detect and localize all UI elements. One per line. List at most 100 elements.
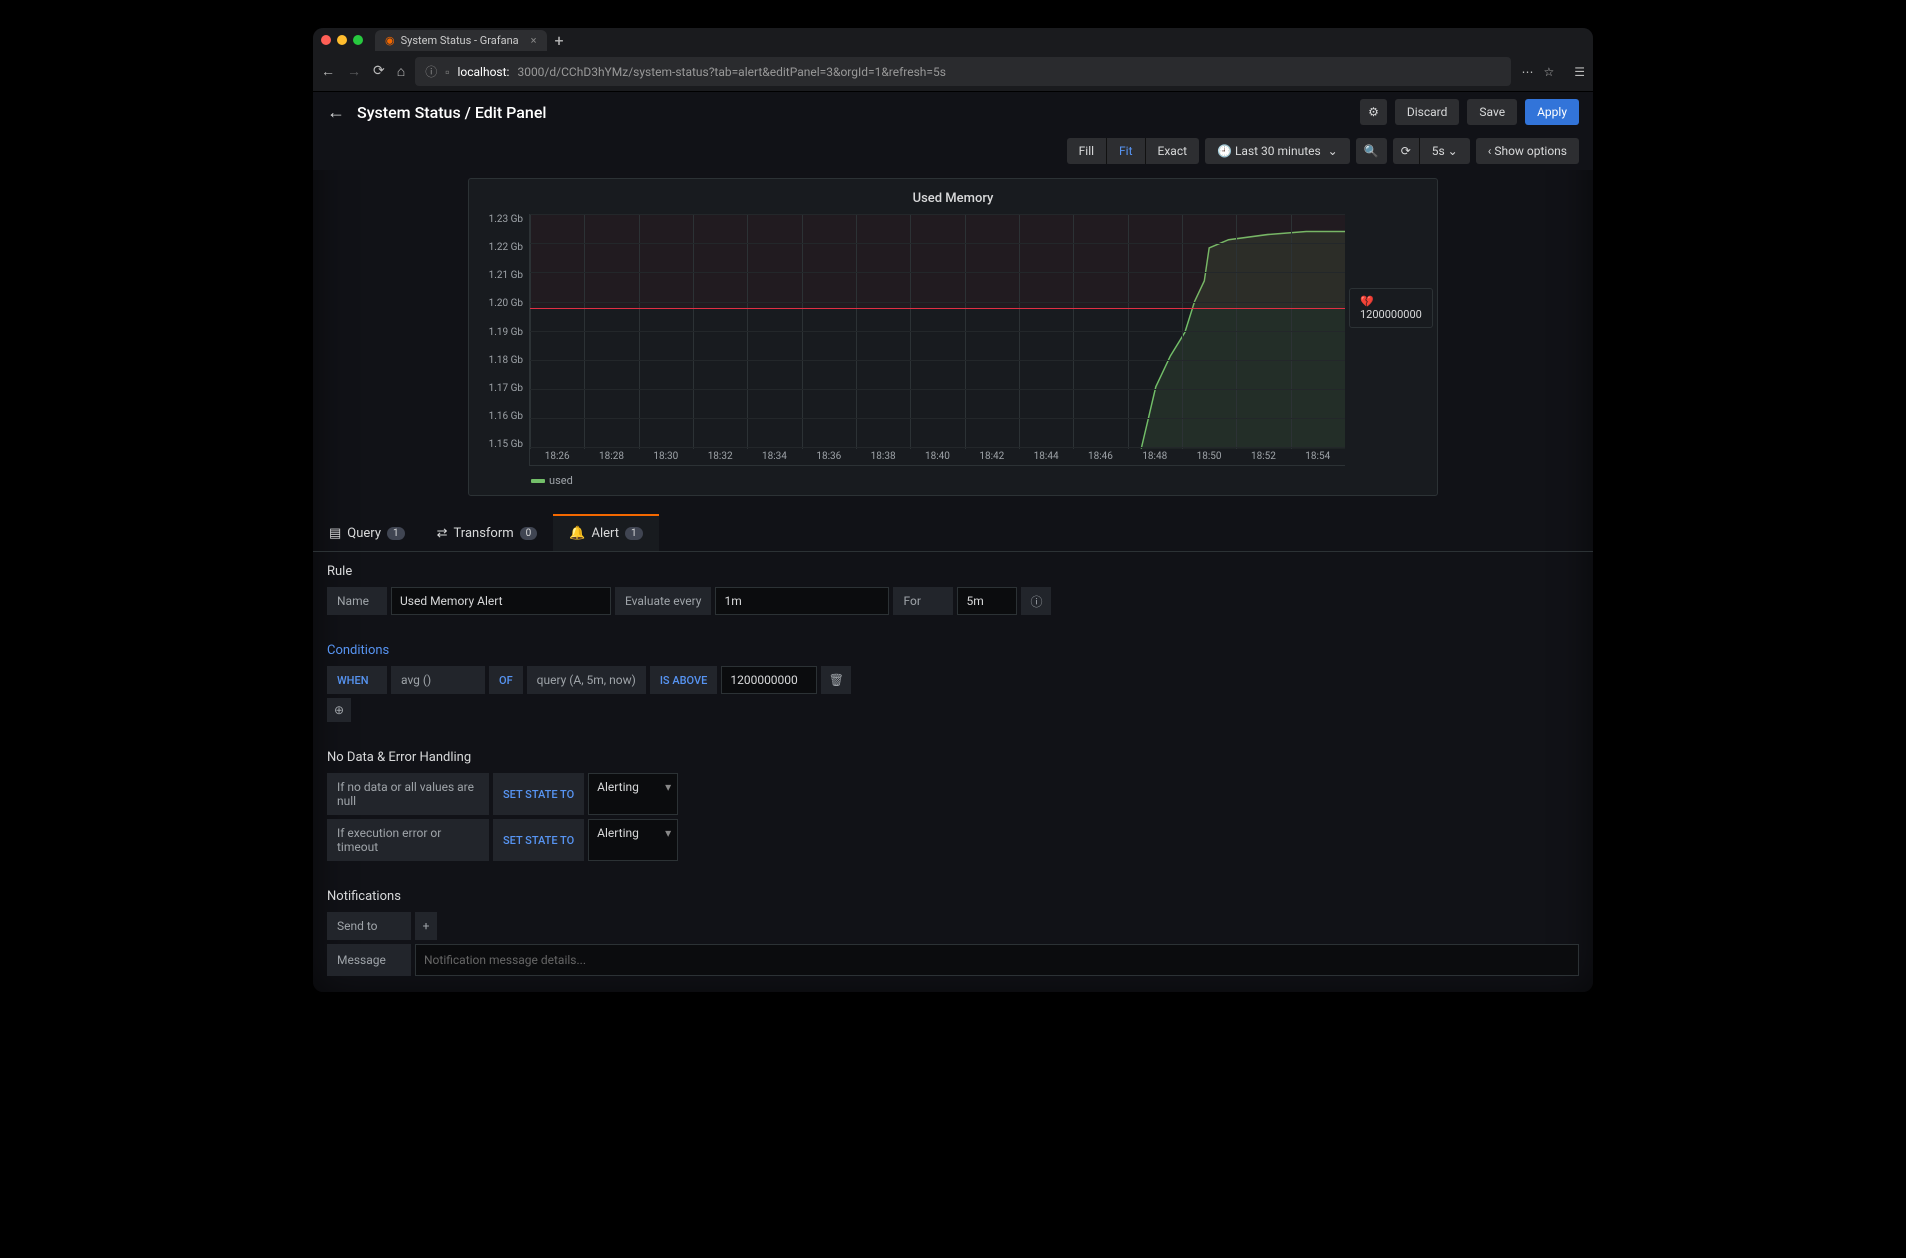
trash-icon: 🗑 <box>829 673 844 687</box>
tab-badge: 1 <box>625 527 643 540</box>
fit-button[interactable]: Fit <box>1107 138 1145 164</box>
browser-tab-bar: ◉ System Status - Grafana × + <box>313 28 1593 52</box>
zoom-out-button[interactable]: 🔍 <box>1356 138 1387 164</box>
chevron-down-icon: ⌄ <box>1328 144 1338 158</box>
show-options-button[interactable]: ‹ Show options <box>1476 138 1579 164</box>
discard-button[interactable]: Discard <box>1395 99 1460 125</box>
database-icon: ▤ <box>329 526 341 541</box>
name-label: Name <box>327 587 387 615</box>
no-data-section: No Data & Error Handling If no data or a… <box>313 738 1593 877</box>
forward-icon[interactable]: → <box>347 63 361 80</box>
evaluator-value-input[interactable] <box>721 666 817 694</box>
y-axis: 1.23 Gb1.22 Gb1.21 Gb1.20 Gb1.19 Gb1.18 … <box>481 214 529 466</box>
panel-title: Used Memory <box>477 187 1429 210</box>
evaluate-every-label: Evaluate every <box>615 587 711 615</box>
refresh-group: ⟳ 5s ⌄ <box>1393 138 1470 164</box>
threshold-zone <box>530 214 1345 308</box>
chart-plot-area[interactable]: 18:2618:2818:3018:3218:3418:3618:3818:40… <box>529 214 1345 466</box>
threshold-value: 1200000000 <box>1360 308 1422 321</box>
transform-icon: ⇄ <box>437 526 448 541</box>
for-label: For <box>893 587 953 615</box>
no-data-label: If no data or all values are null <box>327 773 489 815</box>
tab-query[interactable]: ▤ Query 1 <box>313 514 421 551</box>
chevron-left-icon: ‹ <box>1488 144 1492 158</box>
grafana-header: ← System Status / Edit Panel ⚙ Discard S… <box>313 92 1593 132</box>
graph-panel: Used Memory 1.23 Gb1.22 Gb1.21 Gb1.20 Gb… <box>468 178 1438 496</box>
shield-icon: ⓘ <box>425 63 437 80</box>
lock-icon: ▫ <box>445 65 449 79</box>
plus-icon: ⊕ <box>334 703 344 717</box>
back-icon[interactable]: ← <box>321 63 335 80</box>
set-state-label: SET STATE TO <box>493 773 584 815</box>
close-icon[interactable]: × <box>531 34 537 47</box>
zoom-out-icon: 🔍 <box>1364 144 1379 158</box>
tab-transform[interactable]: ⇄ Transform 0 <box>421 514 554 551</box>
query-picker[interactable]: query (A, 5m, now) <box>527 666 646 694</box>
refresh-interval-picker[interactable]: 5s ⌄ <box>1420 138 1470 164</box>
add-notification-button[interactable]: + <box>415 912 437 940</box>
tab-badge: 1 <box>387 527 405 540</box>
notifications-section: Notifications Send to + Message Notifica… <box>313 877 1593 992</box>
url-path: 3000/d/CChD3hYMz/system-status?tab=alert… <box>517 65 945 79</box>
panel-toolbar: Fill Fit Exact 🕘 Last 30 minutes ⌄ 🔍 ⟳ 5… <box>313 132 1593 170</box>
exec-error-label: If execution error or timeout <box>327 819 489 861</box>
for-input[interactable] <box>957 587 1017 615</box>
delete-condition-button[interactable]: 🗑 <box>821 666 851 694</box>
chevron-down-icon: ⌄ <box>1448 144 1458 158</box>
section-title-rule: Rule <box>327 564 1579 579</box>
settings-button[interactable]: ⚙ <box>1360 99 1387 125</box>
section-title-notifications: Notifications <box>327 889 1579 904</box>
plus-icon: + <box>423 919 430 933</box>
back-arrow-icon[interactable]: ← <box>327 102 345 123</box>
refresh-button[interactable]: ⟳ <box>1393 138 1420 164</box>
refresh-icon: ⟳ <box>1401 144 1411 158</box>
x-axis: 18:2618:2818:3018:3218:3418:3618:3818:40… <box>530 451 1345 465</box>
exact-button[interactable]: Exact <box>1146 138 1200 164</box>
browser-tab[interactable]: ◉ System Status - Grafana × <box>375 30 547 51</box>
threshold-tooltip: 💔 1200000000 <box>1349 288 1433 328</box>
no-data-state-select[interactable]: Alerting <box>588 773 678 815</box>
browser-tab-title: System Status - Grafana <box>401 34 519 47</box>
tab-alert[interactable]: 🔔 Alert 1 <box>553 514 658 551</box>
more-icon[interactable]: ⋯ <box>1521 65 1533 79</box>
of-keyword: OF <box>489 666 523 694</box>
fill-button[interactable]: Fill <box>1067 138 1107 164</box>
message-input[interactable]: Notification message details... <box>415 944 1579 976</box>
evaluator-picker[interactable]: IS ABOVE <box>650 666 718 694</box>
window-controls <box>321 35 363 45</box>
reducer-picker[interactable]: avg () <box>391 666 485 694</box>
info-button[interactable]: ⓘ <box>1021 587 1051 615</box>
section-title-conditions: Conditions <box>327 643 1579 658</box>
set-state-label: SET STATE TO <box>493 819 584 861</box>
url-field[interactable]: ⓘ ▫ localhost: 3000/d/CChD3hYMz/system-st… <box>415 57 1511 86</box>
rule-section: Rule Name Evaluate every For ⓘ <box>313 552 1593 631</box>
page-title: System Status / Edit Panel <box>357 103 546 122</box>
new-tab-button[interactable]: + <box>555 31 564 50</box>
url-host: localhost: <box>457 65 509 79</box>
clock-icon: 🕘 <box>1217 144 1232 158</box>
section-title-nodata: No Data & Error Handling <box>327 750 1579 765</box>
bookmark-icon[interactable]: ☆ <box>1543 65 1554 79</box>
save-button[interactable]: Save <box>1467 99 1517 125</box>
grafana-icon: ◉ <box>385 34 395 47</box>
window-close-icon[interactable] <box>321 35 331 45</box>
window-minimize-icon[interactable] <box>337 35 347 45</box>
reload-icon[interactable]: ⟳ <box>373 63 385 80</box>
add-condition-button[interactable]: ⊕ <box>327 698 351 722</box>
menu-icon[interactable]: ☰ <box>1574 65 1585 79</box>
rule-name-input[interactable] <box>391 587 611 615</box>
heart-broken-icon: 💔 <box>1360 295 1422 308</box>
apply-button[interactable]: Apply <box>1525 99 1579 125</box>
home-icon[interactable]: ⌂ <box>397 63 405 80</box>
evaluate-every-input[interactable] <box>715 587 889 615</box>
send-to-label: Send to <box>327 912 411 940</box>
exec-error-state-select[interactable]: Alerting <box>588 819 678 861</box>
legend-swatch <box>531 479 545 483</box>
fit-mode-group: Fill Fit Exact <box>1067 138 1199 164</box>
conditions-section: Conditions WHEN avg () OF query (A, 5m, … <box>313 631 1593 738</box>
legend-label: used <box>549 474 573 487</box>
browser-toolbar: ← → ⟳ ⌂ ⓘ ▫ localhost: 3000/d/CChD3hYMz/s… <box>313 52 1593 92</box>
time-range-picker[interactable]: 🕘 Last 30 minutes ⌄ <box>1205 138 1350 164</box>
chart-legend: used <box>477 470 1429 487</box>
window-maximize-icon[interactable] <box>353 35 363 45</box>
